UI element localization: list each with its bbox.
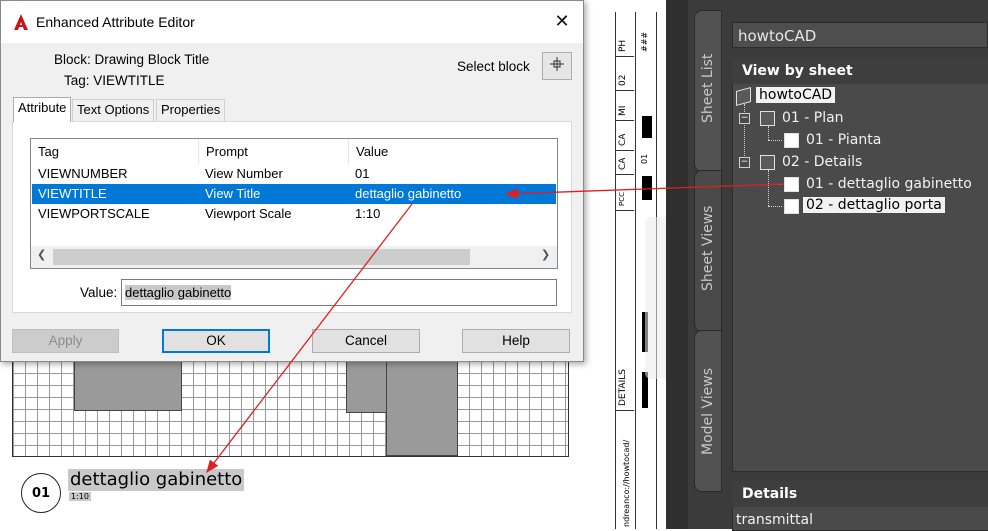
value-input[interactable]: dettaglio gabinetto [121, 279, 557, 306]
view-icon [784, 133, 799, 148]
tb-label-ca2: CA [618, 157, 628, 170]
tb-label-details: DETAILS [618, 369, 628, 406]
scroll-right-icon[interactable]: ❯ [541, 248, 550, 261]
select-block-label: Select block [457, 59, 530, 74]
scroll-left-icon[interactable]: ❮ [37, 248, 46, 261]
table-row[interactable]: VIEWTITLE View Title dettaglio gabinetto [32, 184, 556, 204]
tab-sheet-list[interactable]: Sheet List [694, 10, 722, 172]
help-button[interactable]: Help [462, 329, 570, 353]
tree-view-gabinetto[interactable]: 01 - dettaglio gabinetto [806, 176, 972, 192]
ok-button[interactable]: OK [162, 329, 270, 353]
plan-wall-left [74, 361, 182, 411]
cell-tag: VIEWPORTSCALE [38, 206, 150, 221]
tree-connector [768, 170, 769, 206]
details-value: transmittal [736, 512, 813, 528]
view-icon [784, 177, 799, 192]
tree-connector [768, 184, 782, 185]
tree-header: View by sheet [732, 58, 988, 84]
tag-name-label: Tag: VIEWTITLE [64, 73, 165, 88]
tb-label-mi: MI [618, 105, 628, 116]
view-title-label[interactable]: dettaglio gabinetto [68, 469, 245, 491]
tree-view-pianta[interactable]: 01 - Pianta [806, 132, 881, 148]
value-label: Value: [80, 285, 118, 300]
tab-properties[interactable]: Properties [156, 99, 226, 121]
tree-sheet-plan[interactable]: 01 - Plan [782, 110, 844, 126]
sheet-icon [760, 155, 775, 170]
select-block-button[interactable] [542, 52, 572, 80]
cancel-button[interactable]: Cancel [312, 329, 420, 353]
table-row[interactable]: VIEWPORTSCALE Viewport Scale 1:10 [32, 204, 556, 224]
view-icon [784, 199, 799, 214]
tab-attribute[interactable]: Attribute [13, 97, 72, 122]
cell-tag: VIEWNUMBER [38, 166, 128, 181]
tree-connector [768, 126, 769, 140]
tab-sheet-list-label: Sheet List [700, 53, 716, 123]
tree-view-porta[interactable]: 02 - dettaglio porta [803, 197, 945, 213]
title-strip-url: ndreanco://howtocad/ [622, 439, 631, 527]
autocad-logo-icon [12, 13, 30, 31]
tb-label-01: 01 [640, 153, 649, 164]
tab-model-views[interactable]: Model Views [694, 330, 722, 492]
collapse-icon[interactable]: − [739, 157, 750, 168]
tb-label-ph: PH [618, 39, 628, 52]
tree-sheet-details[interactable]: 02 - Details [782, 154, 862, 170]
cell-prompt: Viewport Scale [205, 206, 292, 221]
tb-label-02: 02 [618, 74, 628, 86]
cell-value: 01 [355, 166, 370, 181]
tab-model-views-label: Model Views [700, 367, 716, 455]
tb-label-hash: ### [640, 31, 649, 52]
tab-sheet-views-label: Sheet Views [700, 205, 716, 291]
cell-value: dettaglio gabinetto [355, 186, 462, 201]
tree-connector [768, 140, 782, 141]
sheet-icon [760, 111, 775, 126]
view-number-text: 01 [31, 485, 51, 501]
details-header: Details [732, 481, 988, 507]
tb-label-pcc: PCC [618, 192, 626, 206]
column-header-value[interactable]: Value [349, 139, 557, 165]
dialog-title: Enhanced Attribute Editor [36, 14, 195, 30]
value-input-text: dettaglio gabinetto [125, 285, 232, 300]
close-icon[interactable]: ✕ [548, 8, 576, 36]
tab-sheet-views[interactable]: Sheet Views [694, 170, 722, 332]
plan-wall-mid [346, 361, 388, 413]
tb-mark [642, 116, 652, 138]
view-scale-label: 1:10 [69, 492, 91, 501]
table-row[interactable]: VIEWNUMBER View Number 01 [32, 164, 556, 184]
tree-root[interactable]: howtoCAD [756, 87, 836, 103]
cell-value: 1:10 [355, 206, 381, 221]
column-header-prompt[interactable]: Prompt [199, 139, 349, 165]
crosshair-pick-icon [549, 56, 565, 76]
apply-button[interactable]: Apply [12, 329, 119, 353]
tab-text-options[interactable]: Text Options [72, 99, 155, 121]
scrollbar-thumb[interactable] [53, 249, 470, 265]
cell-prompt: View Title [205, 186, 261, 201]
cell-tag: VIEWTITLE [38, 186, 107, 201]
sheet-set-combo[interactable]: howtoCAD [732, 22, 988, 48]
cell-prompt: View Number [205, 166, 283, 181]
column-header-tag[interactable]: Tag [31, 139, 199, 165]
palette-edge [666, 0, 688, 529]
block-name-label: Block: Drawing Block Title [54, 52, 210, 67]
view-number-bubble: 01 [21, 473, 61, 513]
plan-wall-right [386, 361, 458, 456]
tree-connector [768, 206, 782, 207]
collapse-icon[interactable]: − [739, 113, 750, 124]
tb-label-ca1: CA [618, 133, 628, 146]
tb-mark [642, 176, 652, 200]
